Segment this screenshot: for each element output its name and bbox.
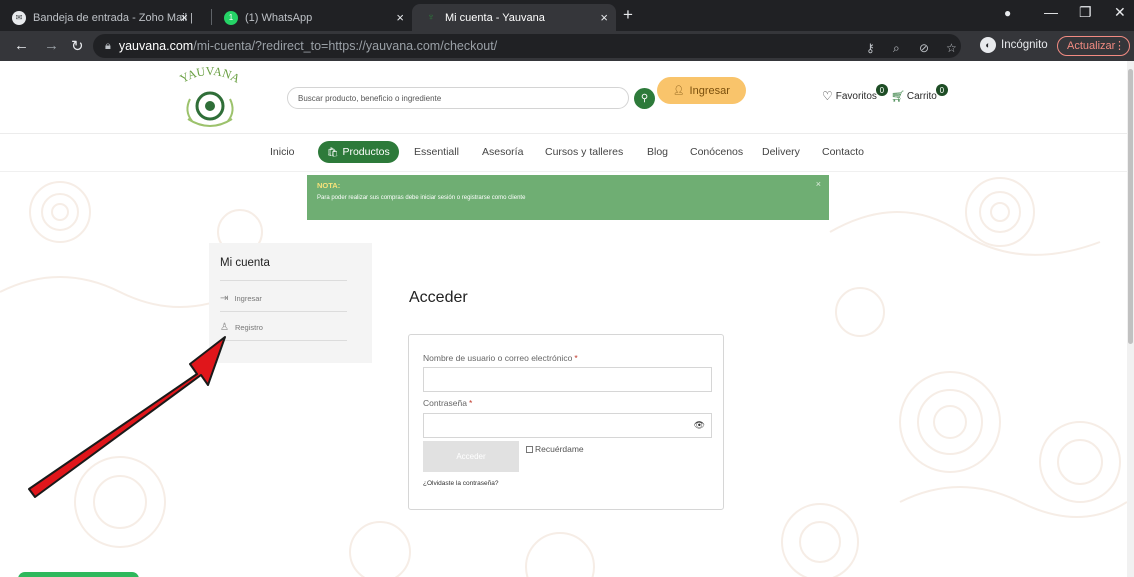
browser-toolbar: ← → ↻ 🔒︎ yauvana.com/mi-cuenta/?redirect… bbox=[0, 31, 1134, 61]
incognito-icon: ◐ bbox=[980, 37, 996, 53]
search-icon: ⚲ bbox=[640, 93, 649, 104]
reload-icon[interactable]: ↻ bbox=[71, 37, 84, 55]
lock-icon: 🔒︎ bbox=[105, 39, 111, 52]
heart-icon: ♡ bbox=[822, 89, 833, 103]
nav-item-contacto[interactable]: Contacto bbox=[822, 146, 864, 158]
page-scrollbar[interactable] bbox=[1127, 61, 1134, 577]
search-button[interactable]: ⚲ bbox=[634, 88, 655, 109]
password-label: Contraseña * bbox=[423, 398, 473, 408]
zoho-mail-icon: ✉ bbox=[12, 10, 26, 25]
account-divider bbox=[220, 340, 347, 341]
login-icon: ⇥ bbox=[220, 293, 229, 304]
incognito-indicator[interactable]: ◐ Incógnito bbox=[980, 37, 1048, 53]
star-icon[interactable]: ☆ bbox=[946, 41, 957, 55]
notice-text: Para poder realizar sus compras debe ini… bbox=[317, 195, 526, 201]
whatsapp-icon: 1 bbox=[224, 10, 238, 25]
update-button[interactable]: Actualizar ⋮ bbox=[1057, 36, 1130, 56]
cart-icon: 🛒︎ bbox=[890, 90, 905, 103]
header-divider bbox=[0, 133, 1127, 134]
sidebar-item-label: Ingresar bbox=[234, 294, 262, 303]
tab-zoho-mail[interactable]: ✉ Bandeja de entrada - Zoho Mail | × bbox=[0, 4, 196, 31]
username-label: Nombre de usuario o correo electrónico * bbox=[423, 353, 578, 363]
back-icon[interactable]: ← bbox=[14, 37, 29, 54]
zoom-icon[interactable]: ⌕ bbox=[893, 41, 900, 56]
address-bar[interactable]: 🔒︎ yauvana.com/mi-cuenta/?redirect_to=ht… bbox=[93, 34, 961, 58]
browser-tab-bar: ✉ Bandeja de entrada - Zoho Mail | × 1 (… bbox=[0, 0, 1134, 31]
login-form: Nombre de usuario o correo electrónico * … bbox=[408, 334, 724, 510]
close-window-icon[interactable]: ✕ bbox=[1114, 4, 1126, 21]
nav-item-blog[interactable]: Blog bbox=[647, 146, 668, 158]
sidebar-item-ingresar[interactable]: ⇥ Ingresar bbox=[220, 293, 262, 304]
close-tab-icon[interactable]: × bbox=[396, 10, 404, 25]
restore-icon[interactable]: ❐ bbox=[1079, 4, 1092, 21]
main-nav: Inicio 🛍︎ Productos Essentiall Asesoría … bbox=[0, 141, 1127, 163]
nav-item-cursos[interactable]: Cursos y talleres bbox=[545, 146, 623, 158]
new-tab-icon[interactable]: + bbox=[623, 5, 633, 25]
sidebar-item-label: Registro bbox=[234, 323, 263, 332]
url-path: /mi-cuenta/?redirect_to=https://yauvana.… bbox=[193, 39, 498, 53]
nav-item-essentiall[interactable]: Essentiall bbox=[414, 146, 459, 158]
tab-title: Mi cuenta - Yauvana bbox=[445, 11, 545, 24]
nav-item-productos[interactable]: 🛍︎ Productos bbox=[318, 141, 399, 163]
chrome-menu-icon[interactable]: ● bbox=[1004, 6, 1011, 20]
nav-item-inicio[interactable]: Inicio bbox=[270, 146, 295, 158]
minimize-icon[interactable]: — bbox=[1044, 4, 1058, 20]
favorites-link[interactable]: ♡ Favoritos 0 🛒︎ Carrito 0 bbox=[822, 84, 948, 103]
login-button[interactable]: 👤︎ Ingresar bbox=[657, 77, 746, 104]
close-notice-icon[interactable]: × bbox=[816, 179, 821, 189]
acceder-button[interactable]: Acceder bbox=[423, 441, 519, 472]
account-title: Mi cuenta bbox=[220, 257, 270, 269]
nav-divider bbox=[0, 171, 1127, 172]
account-divider bbox=[220, 311, 347, 312]
favorites-count-badge: 0 bbox=[875, 84, 888, 96]
nav-item-conocenos[interactable]: Conócenos bbox=[690, 146, 743, 158]
forward-icon[interactable]: → bbox=[44, 37, 59, 54]
scrollbar-thumb[interactable] bbox=[1128, 69, 1133, 344]
cart-count-badge: 0 bbox=[935, 84, 948, 96]
remember-label: Recuérdame bbox=[535, 444, 584, 454]
tab-title: Bandeja de entrada - Zoho Mail | bbox=[33, 11, 194, 24]
tab-title: (1) WhatsApp bbox=[245, 11, 313, 24]
update-label: Actualizar bbox=[1067, 40, 1116, 52]
more-icon: ⋮ bbox=[1114, 40, 1125, 52]
notice-title: NOTA: bbox=[317, 181, 341, 190]
nav-item-delivery[interactable]: Delivery bbox=[762, 146, 800, 158]
username-field[interactable] bbox=[423, 367, 712, 392]
bag-icon: 🛍︎ bbox=[327, 146, 339, 157]
nav-item-label: Productos bbox=[342, 146, 390, 158]
incognito-label: Incógnito bbox=[1001, 39, 1048, 51]
nav-item-asesoria[interactable]: Asesoría bbox=[482, 146, 523, 158]
login-label: Ingresar bbox=[689, 84, 730, 97]
favorites-label: Favoritos bbox=[835, 90, 877, 102]
remember-checkbox[interactable] bbox=[526, 445, 533, 453]
search-input[interactable]: Buscar producto, beneficio o ingrediente bbox=[287, 87, 629, 109]
page-title: Acceder bbox=[409, 289, 468, 306]
cart-label: Carrito bbox=[906, 90, 937, 102]
yauvana-logo[interactable]: YAUVANA bbox=[160, 61, 260, 133]
annotation-arrow bbox=[28, 336, 226, 498]
login-notice: NOTA: Para poder realizar sus compras de… bbox=[307, 175, 829, 220]
eye-off-icon[interactable]: ⊘ bbox=[919, 41, 929, 55]
account-divider bbox=[220, 280, 347, 281]
forgot-password-link[interactable]: ¿Olvidaste la contraseña? bbox=[423, 480, 499, 487]
close-tab-icon[interactable]: × bbox=[600, 10, 608, 25]
tab-whatsapp[interactable]: 1 (1) WhatsApp × bbox=[212, 4, 412, 31]
svg-text:YAUVANA: YAUVANA bbox=[178, 64, 243, 86]
web-page: YAUVANA Buscar producto, beneficio o ing… bbox=[0, 61, 1127, 577]
chat-widget-button[interactable] bbox=[18, 572, 139, 577]
key-icon[interactable]: ⚷ bbox=[866, 41, 875, 55]
tab-mi-cuenta[interactable]: ♆ Mi cuenta - Yauvana × bbox=[412, 4, 616, 31]
show-password-icon[interactable]: 👁︎ bbox=[694, 420, 705, 431]
user-icon: 👤︎ bbox=[673, 85, 685, 95]
remember-me[interactable]: Recuérdame bbox=[526, 444, 584, 454]
yauvana-icon: ♆ bbox=[427, 12, 435, 23]
url-host: yauvana.com bbox=[118, 39, 194, 53]
close-tab-icon[interactable]: × bbox=[180, 10, 188, 25]
password-field[interactable]: 👁︎ bbox=[423, 413, 712, 438]
